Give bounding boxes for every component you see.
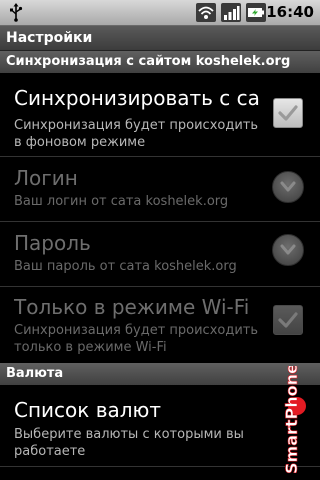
chevron-down-icon xyxy=(280,244,296,255)
wifi-icon xyxy=(196,3,216,22)
pref-sync-enabled[interactable]: Синхронизировать с са Синхронизация буде… xyxy=(0,74,320,156)
category-title: Синхронизация с сайтом koshelek.org xyxy=(6,54,291,69)
smartphone-watermark-logo: SmartPhone xyxy=(282,366,306,474)
category-header-sync: Синхронизация с сайтом koshelek.org xyxy=(0,51,320,73)
pref-wifi-only[interactable]: Только в режиме Wi-Fi Синхронизация буде… xyxy=(0,287,320,362)
category-title: Валюта xyxy=(6,366,64,381)
pref-summary: Выберите валюты с которыми вы работаете xyxy=(14,427,244,459)
pref-summary: Синхронизация будет происходить в фоново… xyxy=(14,118,259,150)
pref-summary: Синхронизация будет происходить только в… xyxy=(14,323,259,355)
chevron-down-icon xyxy=(280,181,296,192)
pref-title: Только в режиме Wi-Fi xyxy=(14,295,250,319)
title-bar: Настройки xyxy=(0,26,320,51)
pref-summary: Ваш пароль от сата koshelek.org xyxy=(14,259,237,274)
checkmark-icon xyxy=(278,105,298,121)
pref-title: Синхронизировать с са xyxy=(14,86,260,110)
pref-title: Пароль xyxy=(14,231,91,255)
login-dialog-indicator xyxy=(272,171,304,203)
clock: 16:40 xyxy=(266,3,314,21)
signal-icon xyxy=(221,3,241,22)
pref-title: Список валют xyxy=(14,398,162,422)
checkmark-icon xyxy=(278,312,298,328)
pref-password[interactable]: Пароль Ваш пароль от сата koshelek.org xyxy=(0,222,320,286)
sync-checkbox[interactable] xyxy=(273,98,303,128)
divider xyxy=(0,466,320,467)
pref-title: Логин xyxy=(14,166,78,190)
pref-summary: Ваш логин от сата koshelek.org xyxy=(14,194,229,209)
page-title: Настройки xyxy=(6,30,93,46)
pref-currency-list[interactable]: Список валют Выберите валюты с которыми … xyxy=(0,386,320,466)
battery-icon xyxy=(246,3,266,22)
pref-login[interactable]: Логин Ваш логин от сата koshelek.org xyxy=(0,157,320,221)
usb-icon xyxy=(10,3,23,22)
category-header-currency: Валюта xyxy=(0,363,320,385)
status-bar: 16:40 xyxy=(0,0,320,26)
password-dialog-indicator xyxy=(272,234,304,266)
wifi-only-checkbox[interactable] xyxy=(273,305,303,335)
svg-text:SmartPhone: SmartPhone xyxy=(282,366,301,474)
